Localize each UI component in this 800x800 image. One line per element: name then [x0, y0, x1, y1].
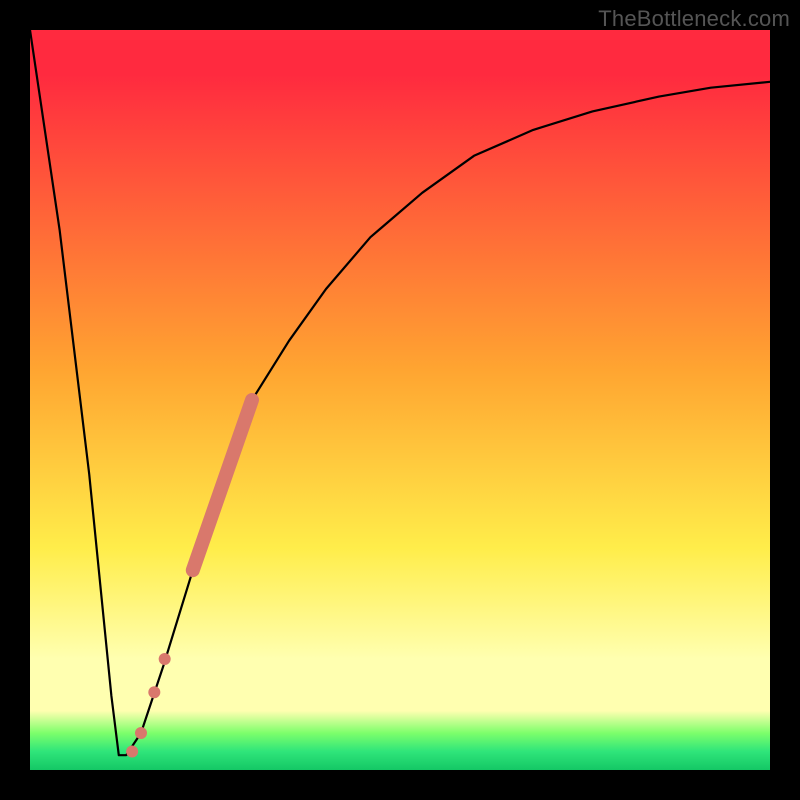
marker-dot: [159, 653, 171, 665]
marker-dot: [135, 727, 147, 739]
bottleneck-curve: [30, 30, 770, 755]
watermark-text: TheBottleneck.com: [598, 6, 790, 32]
marker-dots: [126, 653, 171, 758]
plot-area: [30, 30, 770, 770]
marker-segment: [193, 400, 252, 570]
marker-dot: [148, 686, 160, 698]
marker-dot: [126, 746, 138, 758]
curve-svg: [30, 30, 770, 770]
chart-frame: TheBottleneck.com: [0, 0, 800, 800]
